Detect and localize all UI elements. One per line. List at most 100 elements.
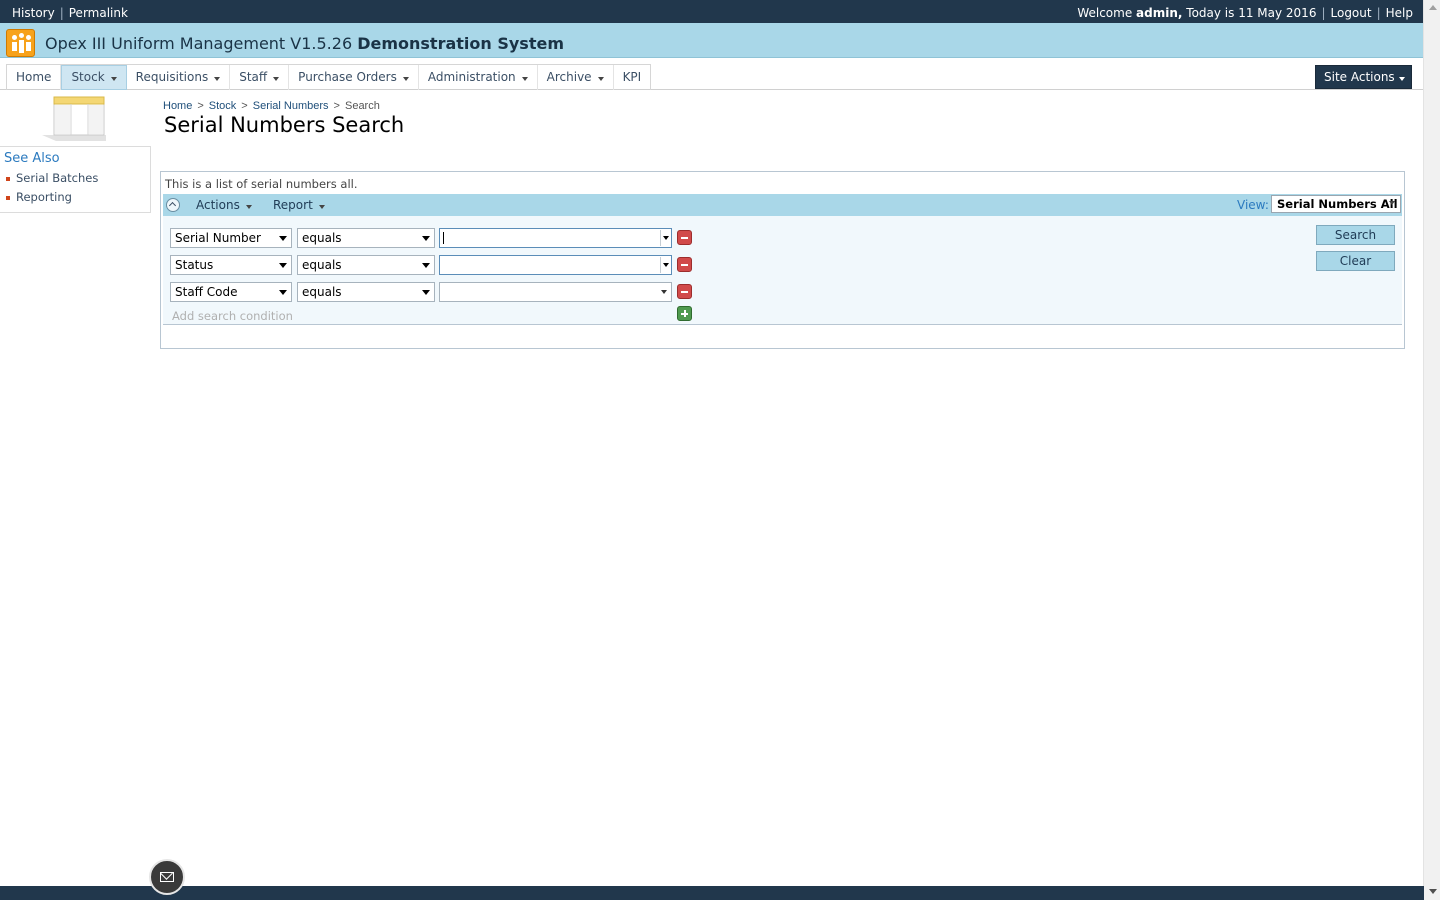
view-select[interactable]: Serial Numbers All bbox=[1271, 195, 1401, 213]
add-condition-icon[interactable] bbox=[677, 306, 692, 321]
mail-button[interactable] bbox=[149, 859, 185, 895]
chevron-down-icon bbox=[422, 236, 430, 241]
separator: | bbox=[59, 6, 64, 20]
chevron-down-icon bbox=[318, 205, 325, 209]
remove-condition-icon[interactable] bbox=[677, 230, 692, 245]
search-conditions: Serial Number equals Status equals Staff… bbox=[163, 216, 1402, 325]
list-toolbar: Actions Report View: Serial Numbers All bbox=[163, 194, 1402, 216]
page-title: Serial Numbers Search bbox=[164, 113, 405, 137]
scroll-down-icon[interactable] bbox=[1429, 889, 1437, 894]
footer-bar bbox=[0, 886, 1424, 900]
logout-link[interactable]: Logout bbox=[1331, 6, 1372, 20]
see-also-list: Serial Batches Reporting bbox=[6, 172, 98, 210]
nav-administration[interactable]: Administration bbox=[419, 65, 538, 90]
collapse-icon[interactable] bbox=[166, 198, 180, 212]
nav-staff-label: Staff bbox=[239, 70, 268, 84]
remove-condition-icon[interactable] bbox=[677, 284, 692, 299]
nav-purchase-orders-label: Purchase Orders bbox=[298, 70, 397, 84]
condition-operator-select[interactable]: equals bbox=[297, 228, 435, 248]
search-panel: This is a list of serial numbers all. Ac… bbox=[160, 171, 1405, 349]
condition-value-input[interactable] bbox=[439, 228, 672, 248]
scroll-up-icon[interactable] bbox=[1429, 5, 1437, 10]
nav-archive[interactable]: Archive bbox=[538, 65, 614, 90]
view-select-value: Serial Numbers All bbox=[1277, 197, 1398, 211]
envelope-icon bbox=[160, 872, 174, 882]
top-bar-right: Welcome admin, Today is 11 May 2016 | Logo… bbox=[1077, 6, 1413, 20]
help-link[interactable]: Help bbox=[1386, 6, 1413, 20]
chevron-down-icon bbox=[521, 76, 528, 81]
condition-field-value: Status bbox=[175, 258, 214, 272]
nav-home[interactable]: Home bbox=[7, 65, 62, 90]
condition-value-select[interactable] bbox=[439, 282, 672, 302]
nav-stock-label: Stock bbox=[71, 70, 105, 84]
report-menu[interactable]: Report bbox=[273, 198, 325, 212]
condition-value-input[interactable] bbox=[439, 255, 672, 275]
breadcrumb-serial-numbers[interactable]: Serial Numbers bbox=[253, 100, 329, 112]
dropdown-arrow-icon[interactable] bbox=[660, 230, 670, 246]
nav-staff[interactable]: Staff bbox=[230, 65, 290, 90]
user-name: admin, bbox=[1136, 6, 1183, 20]
clear-button[interactable]: Clear bbox=[1316, 251, 1395, 271]
remove-condition-icon[interactable] bbox=[677, 257, 692, 272]
see-also-link[interactable]: Reporting bbox=[16, 190, 72, 204]
condition-operator-select[interactable]: equals bbox=[297, 282, 435, 302]
condition-field-value: Serial Number bbox=[175, 231, 261, 245]
breadcrumb-home[interactable]: Home bbox=[163, 100, 192, 112]
see-also-item-serial-batches[interactable]: Serial Batches bbox=[6, 172, 98, 191]
see-also-item-reporting[interactable]: Reporting bbox=[6, 191, 98, 210]
app-system-name: Demonstration System bbox=[357, 34, 564, 53]
app-title-text: Opex III Uniform Management V1.5.26 bbox=[45, 34, 353, 53]
nav-requisitions[interactable]: Requisitions bbox=[127, 65, 231, 90]
nav-kpi[interactable]: KPI bbox=[614, 65, 651, 90]
chevron-down-icon bbox=[279, 290, 287, 295]
condition-operator-select[interactable]: equals bbox=[297, 255, 435, 275]
chevron-down-icon bbox=[597, 76, 604, 81]
condition-field-select[interactable]: Serial Number bbox=[170, 228, 292, 248]
chevron-down-icon bbox=[1389, 201, 1395, 205]
chevron-down-icon bbox=[402, 76, 409, 81]
nav-archive-label: Archive bbox=[546, 70, 592, 84]
title-bar: Opex III Uniform Management V1.5.26 Demo… bbox=[0, 23, 1424, 58]
separator: | bbox=[1321, 6, 1326, 20]
site-actions-label: Site Actions bbox=[1324, 70, 1395, 84]
nav-requisitions-label: Requisitions bbox=[135, 70, 209, 84]
top-bar-left: History | Permalink bbox=[12, 6, 128, 20]
list-description: This is a list of serial numbers all. bbox=[165, 177, 358, 191]
search-button[interactable]: Search bbox=[1316, 225, 1395, 245]
vertical-scrollbar[interactable] bbox=[1423, 0, 1440, 900]
page-list-icon bbox=[42, 96, 106, 141]
nav-purchase-orders[interactable]: Purchase Orders bbox=[289, 65, 419, 90]
condition-field-select[interactable]: Status bbox=[170, 255, 292, 275]
nav-administration-label: Administration bbox=[427, 70, 516, 84]
see-also-link[interactable]: Serial Batches bbox=[16, 171, 98, 185]
condition-field-select[interactable]: Staff Code bbox=[170, 282, 292, 302]
bullet-icon bbox=[6, 176, 10, 181]
top-bar: History | Permalink Welcome admin, Today i… bbox=[0, 0, 1424, 23]
actions-menu[interactable]: Actions bbox=[196, 198, 252, 212]
nav-kpi-label: KPI bbox=[622, 70, 642, 84]
report-label: Report bbox=[273, 198, 313, 212]
breadcrumb: Home > Stock > Serial Numbers > Search bbox=[163, 100, 380, 112]
app-title: Opex III Uniform Management V1.5.26 Demo… bbox=[45, 34, 564, 53]
site-actions-button[interactable]: Site Actions bbox=[1315, 65, 1412, 89]
app-logo-icon[interactable] bbox=[6, 29, 35, 57]
condition-operator-value: equals bbox=[302, 285, 342, 299]
bullet-icon bbox=[6, 195, 10, 200]
text-cursor bbox=[443, 232, 444, 244]
breadcrumb-current: Search bbox=[344, 100, 380, 112]
chevron-down-icon bbox=[214, 76, 221, 81]
dropdown-arrow-icon[interactable] bbox=[660, 257, 670, 273]
chevron-down-icon bbox=[661, 290, 667, 294]
chevron-down-icon bbox=[1398, 77, 1405, 81]
chevron-down-icon bbox=[245, 205, 252, 209]
add-search-condition[interactable]: Add search condition bbox=[172, 309, 293, 323]
history-link[interactable]: History bbox=[12, 6, 55, 20]
condition-operator-value: equals bbox=[302, 258, 342, 272]
permalink-link[interactable]: Permalink bbox=[69, 6, 128, 20]
nav-menu: Home Stock Requisitions Staff Purchase O… bbox=[6, 64, 652, 90]
nav-stock[interactable]: Stock bbox=[61, 65, 127, 90]
welcome-text: Welcome bbox=[1077, 6, 1133, 20]
breadcrumb-stock[interactable]: Stock bbox=[209, 100, 237, 112]
breadcrumb-separator: > bbox=[197, 100, 204, 112]
see-also-panel: See Also Serial Batches Reporting bbox=[0, 146, 151, 213]
